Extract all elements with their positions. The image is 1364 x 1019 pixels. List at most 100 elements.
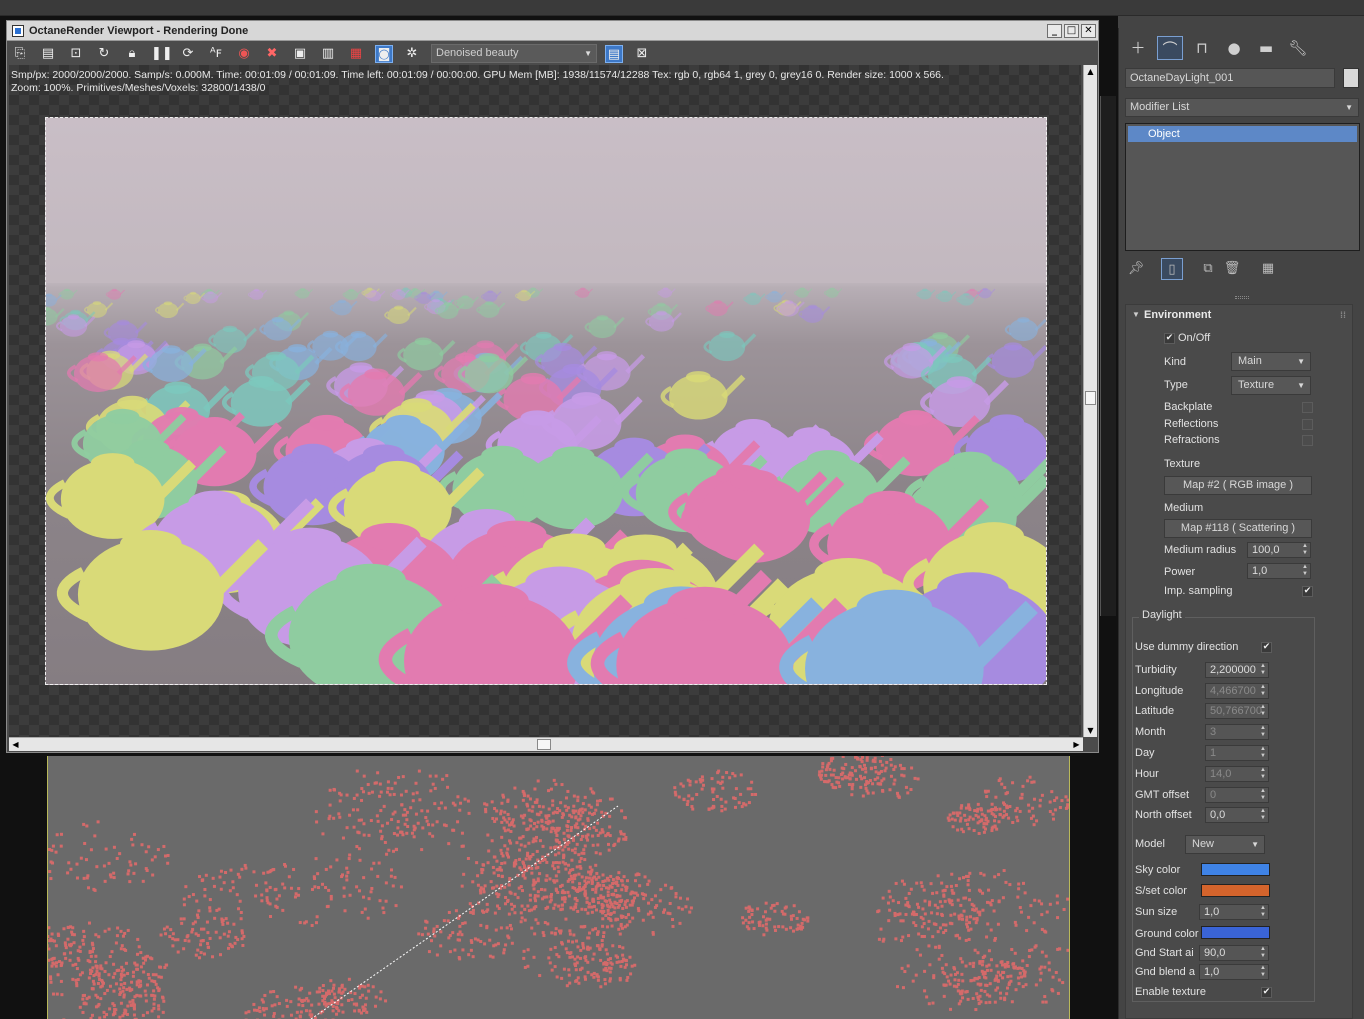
restart-icon[interactable]: ⟳: [179, 45, 197, 63]
gmt-offset-spinner[interactable]: 0 ▲ ▼: [1205, 787, 1269, 803]
day-value: 1: [1210, 747, 1217, 759]
create-tab-icon[interactable]: ＋: [1125, 36, 1151, 60]
spinner-arrows-icon[interactable]: ▲ ▼: [1260, 663, 1266, 677]
reflections-checkbox[interactable]: [1302, 419, 1313, 430]
film-settings-icon[interactable]: ▥: [319, 45, 337, 63]
texture-map-button[interactable]: Map #2 ( RGB image ): [1164, 476, 1312, 495]
sun-size-value: 1,0: [1204, 906, 1220, 918]
ground-color-swatch[interactable]: [1201, 926, 1270, 939]
minimize-button[interactable]: _: [1047, 24, 1062, 38]
sset-color-swatch[interactable]: [1201, 884, 1270, 897]
panel-drag-handle[interactable]: [1235, 296, 1249, 299]
red-settings-icon[interactable]: ▦: [347, 45, 365, 63]
type-value: Texture: [1238, 379, 1275, 391]
sun-icon[interactable]: ✲: [403, 45, 421, 63]
gnd-blend-spinner[interactable]: 1,0 ▲ ▼: [1199, 964, 1269, 980]
medium-radius-spinner[interactable]: 100,0 ▲ ▼: [1247, 542, 1311, 558]
rollout-header[interactable]: ▼ Environment ⁞⁞: [1126, 305, 1352, 325]
particle-cluster: [159, 915, 246, 960]
color-wheel-icon[interactable]: ◉: [235, 45, 253, 63]
remove-modifier-icon[interactable]: 🗑︎: [1221, 258, 1243, 280]
spinner-arrows-icon[interactable]: ▲ ▼: [1260, 965, 1266, 979]
gnd-start-spinner[interactable]: 90,0 ▲ ▼: [1199, 945, 1269, 961]
close-button[interactable]: ✕: [1081, 24, 1096, 38]
camera-pick-icon[interactable]: ◙: [375, 45, 393, 63]
spinner-arrows-icon[interactable]: ▲ ▼: [1260, 684, 1266, 698]
horizontal-scroll-thumb[interactable]: [537, 739, 551, 750]
sun-size-spinner[interactable]: 1,0 ▲ ▼: [1199, 904, 1269, 920]
on-off-label: On/Off: [1178, 332, 1211, 344]
day-spinner[interactable]: 1 ▲ ▼: [1205, 745, 1269, 761]
lock-icon[interactable]: 🔒︎: [123, 45, 141, 63]
scroll-right-icon[interactable]: ▶: [1070, 738, 1083, 751]
medium-map-button[interactable]: Map #118 ( Scattering ): [1164, 519, 1312, 538]
show-end-result-icon[interactable]: ▯: [1161, 258, 1183, 280]
turbidity-spinner[interactable]: 2,200000 ▲ ▼: [1205, 662, 1269, 678]
render-canvas[interactable]: [9, 65, 1081, 737]
particle-cluster: [315, 977, 388, 1015]
spinner-arrows-icon[interactable]: ▲ ▼: [1260, 704, 1266, 718]
horizontal-scrollbar[interactable]: ◀ ▶: [9, 737, 1083, 751]
display-tab-icon[interactable]: ▬: [1253, 36, 1279, 60]
render-pass-select[interactable]: Denoised beauty ▼: [431, 44, 597, 63]
object-color-swatch[interactable]: [1343, 68, 1359, 88]
window-title-bar[interactable]: OctaneRender Viewport - Rendering Done _…: [7, 21, 1098, 41]
latitude-spinner[interactable]: 50,766700 ▲ ▼: [1205, 703, 1269, 719]
octane-viewport-window[interactable]: OctaneRender Viewport - Rendering Done _…: [6, 20, 1099, 753]
vertical-scrollbar[interactable]: ▲ ▼: [1083, 65, 1097, 737]
scroll-left-icon[interactable]: ◀: [9, 738, 22, 751]
motion-tab-icon[interactable]: ●: [1221, 36, 1247, 60]
longitude-spinner[interactable]: 4,466700 ▲ ▼: [1205, 683, 1269, 699]
pin-stack-icon[interactable]: 📌︎: [1125, 258, 1147, 280]
backplate-checkbox[interactable]: [1302, 402, 1313, 413]
modify-tab-icon[interactable]: ⌒: [1157, 36, 1183, 60]
spinner-arrows-icon[interactable]: ▲ ▼: [1260, 946, 1266, 960]
north-offset-spinner[interactable]: 0,0 ▲ ▼: [1205, 807, 1269, 823]
power-spinner[interactable]: 1,0 ▲ ▼: [1247, 563, 1311, 579]
spinner-arrows-icon[interactable]: ▲ ▼: [1302, 543, 1308, 557]
kind-dropdown[interactable]: Main ▼: [1231, 352, 1311, 371]
refractions-checkbox[interactable]: [1302, 435, 1313, 446]
imp-sampling-checkbox[interactable]: ✔: [1302, 586, 1313, 597]
on-off-checkbox[interactable]: ✔: [1164, 333, 1175, 344]
scroll-down-icon[interactable]: ▼: [1084, 724, 1097, 737]
fit-window-icon[interactable]: ⊠: [633, 45, 651, 63]
vertical-scroll-thumb[interactable]: [1085, 391, 1096, 405]
spinner-arrows-icon[interactable]: ▲ ▼: [1260, 905, 1266, 919]
region-render-icon[interactable]: ▣: [291, 45, 309, 63]
stack-item-object[interactable]: Object: [1128, 126, 1357, 142]
object-name-field[interactable]: OctaneDayLight_001: [1125, 68, 1335, 88]
modifier-stack[interactable]: Object: [1125, 123, 1360, 251]
pause-icon[interactable]: ❚❚: [151, 45, 173, 63]
utilities-tab-icon[interactable]: 🔧︎: [1285, 36, 1311, 60]
hour-spinner[interactable]: 14,0 ▲ ▼: [1205, 766, 1269, 782]
stop-icon[interactable]: ✖: [263, 45, 281, 63]
panel-toggle-icon[interactable]: ▤: [605, 45, 623, 63]
zoom-region-icon[interactable]: ⊡: [67, 45, 85, 63]
export-passes-icon[interactable]: ▤: [39, 45, 57, 63]
sky-color-swatch[interactable]: [1201, 863, 1270, 876]
spinner-arrows-icon[interactable]: ▲ ▼: [1260, 767, 1266, 781]
particle-cluster: [741, 901, 810, 937]
spinner-arrows-icon[interactable]: ▲ ▼: [1260, 746, 1266, 760]
spinner-arrows-icon[interactable]: ▲ ▼: [1260, 725, 1266, 739]
use-dummy-checkbox[interactable]: ✔: [1261, 642, 1272, 653]
viewport-perspective[interactable]: [47, 756, 1070, 1019]
modifier-list-dropdown[interactable]: Modifier List ▼: [1125, 98, 1359, 117]
save-image-icon[interactable]: ⎘: [11, 45, 29, 63]
make-unique-icon[interactable]: ⧉: [1197, 258, 1219, 280]
spinner-arrows-icon[interactable]: ▲ ▼: [1260, 808, 1266, 822]
spinner-arrows-icon[interactable]: ▲ ▼: [1302, 564, 1308, 578]
turbidity-value: 2,200000: [1210, 664, 1256, 676]
spinner-arrows-icon[interactable]: ▲ ▼: [1260, 788, 1266, 802]
enable-texture-checkbox[interactable]: ✔: [1261, 987, 1272, 998]
maximize-button[interactable]: □: [1064, 24, 1079, 38]
month-spinner[interactable]: 3 ▲ ▼: [1205, 724, 1269, 740]
hierarchy-tab-icon[interactable]: ⊓: [1189, 36, 1215, 60]
type-dropdown[interactable]: Texture ▼: [1231, 376, 1311, 395]
configure-sets-icon[interactable]: ▦: [1257, 258, 1279, 280]
refresh-icon[interactable]: ↻: [95, 45, 113, 63]
af-icon[interactable]: ᴬꜰ: [207, 45, 225, 63]
model-dropdown[interactable]: New ▼: [1185, 835, 1265, 854]
scroll-up-icon[interactable]: ▲: [1084, 65, 1097, 78]
